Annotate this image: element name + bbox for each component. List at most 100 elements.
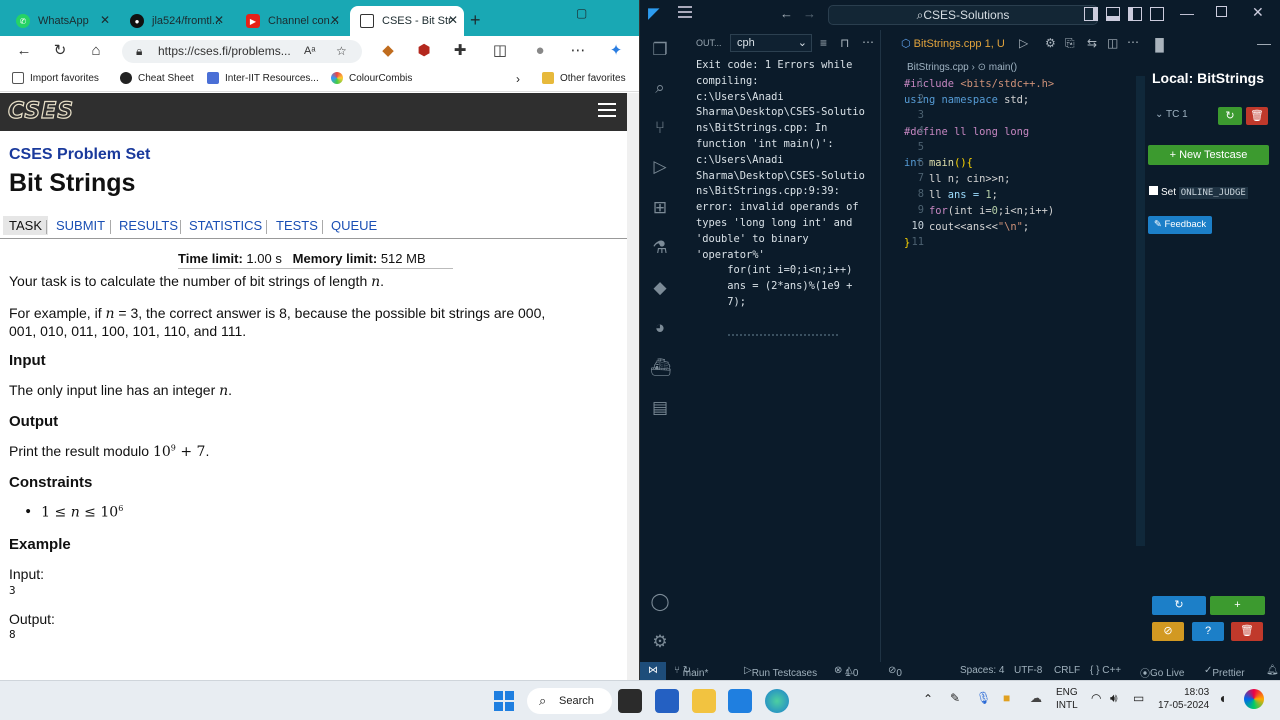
compare-icon[interactable]: ⇆	[1087, 36, 1097, 50]
status-ports[interactable]: ⊘ 0	[888, 665, 902, 679]
status-spaces[interactable]: Spaces: 4	[960, 665, 1004, 676]
mongo-icon[interactable]: ◆	[650, 278, 670, 298]
extensions-icon[interactable]: ✚	[448, 41, 472, 61]
tab-tests[interactable]: TESTS	[276, 218, 318, 233]
account-icon[interactable]: ◯	[650, 592, 670, 612]
tab-results[interactable]: RESULTS	[119, 218, 178, 233]
settings-icon[interactable]: ⚙	[1045, 36, 1056, 50]
editor-scrollbar[interactable]	[1136, 76, 1145, 546]
taskbar-search[interactable]: ⌕ Search	[527, 688, 612, 714]
close-icon[interactable]: ✕	[1252, 4, 1264, 21]
more-icon[interactable]: ⋯	[862, 35, 874, 49]
read-aloud-icon[interactable]: A͏ᵃ	[304, 40, 315, 63]
star-icon[interactable]: ☆	[336, 40, 347, 63]
checkbox[interactable]	[1149, 186, 1158, 195]
menu-icon[interactable]	[598, 103, 616, 119]
split-screen-icon[interactable]: ◫	[488, 41, 512, 61]
pen-icon[interactable]: ✎	[950, 691, 960, 705]
close-icon[interactable]: ✕	[100, 13, 110, 27]
clock[interactable]: 18:03 17-05-2024	[1158, 686, 1209, 712]
remote-icon[interactable]: ⋈	[640, 662, 666, 680]
browser-tab-youtube[interactable]: ▶ Channel con... ✕	[236, 6, 346, 36]
status-problems[interactable]: ⊗ 1 △ 0	[834, 665, 858, 679]
testing-icon[interactable]: ⚗	[650, 238, 670, 258]
bookmark-colourcombis[interactable]: ColourCombis	[331, 72, 412, 84]
copilot-icon[interactable]: ✦	[604, 41, 628, 61]
task-view-icon[interactable]	[618, 689, 642, 713]
extensions-icon[interactable]: ⊞	[650, 198, 670, 218]
back-icon[interactable]: ←	[780, 6, 793, 21]
source-control-icon[interactable]: ⑂	[650, 118, 670, 138]
output-channel-select[interactable]: cph ⌄	[730, 34, 812, 52]
code-line[interactable]: cout<<ans<<"\n";	[904, 220, 1054, 236]
url-input[interactable]: 🔒︎ https://cses.fi/problems... A͏ᵃ ☆	[122, 40, 362, 63]
file-explorer-icon[interactable]	[692, 689, 716, 713]
search-icon[interactable]: ⌕	[650, 78, 670, 98]
tab-statistics[interactable]: STATISTICS	[189, 218, 262, 233]
store-icon[interactable]	[655, 689, 679, 713]
breadcrumb[interactable]: BitStrings.cpp › ⊙ main()	[907, 62, 1017, 73]
feedback-button[interactable]: ✎ Feedback	[1148, 216, 1212, 234]
page-scrollbar[interactable]	[627, 93, 639, 680]
home-icon[interactable]: ⌂	[84, 41, 108, 61]
status-prettier[interactable]: ✓ Prettier	[1204, 665, 1245, 679]
cph-icon[interactable]: ▤	[650, 398, 670, 418]
code-line[interactable]: for(int i=0;i<n;i++)	[904, 204, 1054, 220]
code-line[interactable]	[904, 109, 1054, 125]
language-indicator[interactable]: ENG INTL	[1056, 686, 1078, 712]
code-line[interactable]: int main(){	[904, 156, 1054, 172]
back-icon[interactable]: ←	[12, 41, 36, 61]
editor-tab[interactable]: ⬡ BitStrings.cpp 1, U	[901, 37, 1005, 50]
new-testcase-button[interactable]: + New Testcase	[1148, 145, 1269, 165]
status-run-testcases[interactable]: ▷ Run Testcases	[744, 665, 817, 679]
bookmark-other-favorites[interactable]: Other favorites	[542, 72, 626, 84]
edge-devtools-icon[interactable]: ◕	[650, 318, 670, 338]
refresh-icon[interactable]: ↻	[48, 41, 72, 61]
tab-task[interactable]: TASK	[3, 216, 48, 235]
toggle-secondary-sidebar-icon[interactable]	[1128, 7, 1142, 21]
close-icon[interactable]: ✕	[448, 13, 458, 27]
profile-icon[interactable]: ●	[528, 41, 552, 61]
browser-tab-whatsapp[interactable]: ✆ WhatsApp ✕	[6, 6, 116, 36]
run-icon[interactable]: ▷	[1019, 36, 1028, 50]
battery-icon[interactable]: ▭	[1133, 691, 1144, 705]
status-branch[interactable]: ⑂ main* ↻	[674, 665, 708, 679]
code-editor[interactable]: #include <bits/stdc++.h> using namespace …	[904, 77, 1054, 252]
toggle-panel-icon[interactable]	[1106, 7, 1120, 21]
tab-submit[interactable]: SUBMIT	[56, 218, 105, 233]
minimize-panel-icon[interactable]: —	[1257, 35, 1271, 51]
copilot-taskbar-icon[interactable]	[1244, 689, 1264, 709]
command-center[interactable]: ⌕CSES-Solutions	[828, 5, 1098, 25]
status-eol[interactable]: CRLF	[1054, 665, 1080, 676]
more-icon[interactable]: ⋯	[566, 41, 590, 61]
code-line[interactable]: }	[904, 236, 1054, 252]
notification-icon[interactable]: ◖	[1218, 690, 1226, 706]
forward-icon[interactable]: →	[803, 6, 816, 21]
microphone-icon[interactable]: 🎙︎	[976, 691, 991, 705]
code-line[interactable]: #include <bits/stdc++.h>	[904, 77, 1054, 93]
set-online-judge[interactable]: Set ONLINE_JUDGE	[1149, 186, 1248, 199]
testcase-label[interactable]: ⌄ TC 1	[1155, 109, 1188, 120]
ublock-icon[interactable]: ⬢	[412, 41, 436, 61]
delete-testcase-button[interactable]: 🗑︎	[1246, 107, 1268, 125]
code-line[interactable]: #define ll long long	[904, 125, 1054, 141]
browser-tab-cses[interactable]: CSES - Bit Str ✕	[350, 6, 464, 36]
new-tab-icon[interactable]: +	[470, 10, 481, 31]
cses-logo[interactable]: CSES	[7, 98, 74, 124]
windows-start-icon[interactable]	[492, 689, 516, 713]
run-debug-icon[interactable]: ▷	[650, 157, 670, 177]
add-testcase-button[interactable]: +	[1210, 596, 1265, 615]
bookmark-cheat-sheet[interactable]: Cheat Sheet	[120, 72, 194, 84]
browser-tab-github[interactable]: ● jla524/fromtl... ✕	[120, 6, 230, 36]
minimize-icon[interactable]: ▢	[576, 6, 587, 20]
menu-icon[interactable]	[678, 6, 692, 18]
cloud-icon[interactable]: ☁	[1030, 691, 1042, 705]
code-line[interactable]: ll ans = 1;	[904, 188, 1054, 204]
wifi-icon[interactable]: ◠	[1091, 691, 1101, 705]
code-line[interactable]: ll n; cin>>n;	[904, 172, 1054, 188]
more-icon[interactable]: ⋯	[1127, 35, 1139, 49]
delete-all-button[interactable]: 🗑︎	[1231, 622, 1263, 641]
bookmark-inter-iit[interactable]: Inter-IIT Resources...	[207, 72, 319, 84]
stop-button[interactable]: ⊘	[1152, 622, 1184, 641]
extension-icon[interactable]: ◆	[376, 41, 400, 61]
